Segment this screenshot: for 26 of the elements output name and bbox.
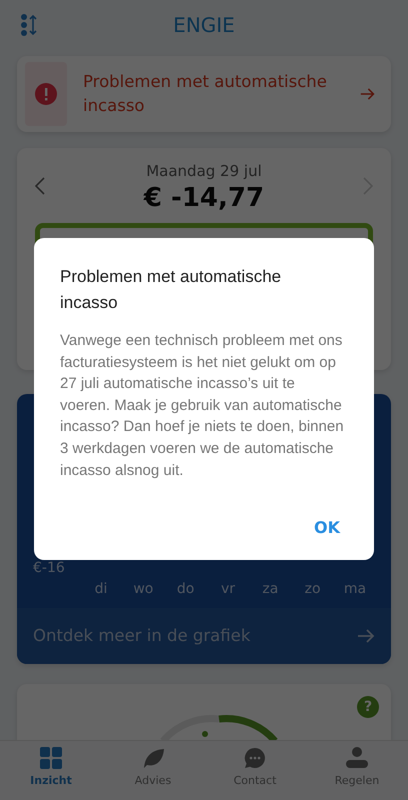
dialog-title: Problemen met automatische incasso: [60, 266, 282, 314]
day-label: zo: [304, 580, 322, 599]
arrow-right-icon[interactable]: [357, 629, 375, 643]
arrow-right-icon: [360, 87, 375, 101]
chevron-left-icon[interactable]: [35, 177, 45, 196]
day-label: di: [94, 580, 108, 599]
nav-tab[interactable]: Inzicht: [0, 741, 102, 800]
date-label: Maandag 29 jul: [145, 161, 263, 182]
leaf-icon: [141, 747, 165, 769]
dialog-message: Vanwege een technisch probleem met ons facturatiesysteem is het niet gelukt om op 27 juli automatische incasso’s uit te voeren. Maak je gebruik van automatische incasso? Dan hoef je niets te doen, binnen 3 werkdagen voeren we de automatische incasso alsnog uit.: [60, 331, 345, 481]
grid-icon: [40, 747, 62, 769]
chat-icon: [244, 747, 266, 769]
day-label: ma: [342, 580, 368, 599]
warning-icon: [35, 83, 57, 105]
logo: ENGIE: [173, 12, 235, 39]
day-label: wo: [132, 580, 154, 599]
day-label: do: [176, 580, 196, 599]
ok-button[interactable]: OK: [306, 512, 348, 544]
amount: € -14,77: [144, 182, 264, 212]
help-button[interactable]: ?: [357, 696, 379, 718]
alert-text: Problemen met automatische incasso: [83, 71, 328, 117]
person-icon: [346, 747, 368, 769]
axis-label: €-16: [33, 559, 65, 578]
alert-card[interactable]: Problemen met automatische incasso: [17, 56, 391, 132]
day-label: vr: [220, 580, 236, 599]
day-label: za: [261, 580, 280, 599]
